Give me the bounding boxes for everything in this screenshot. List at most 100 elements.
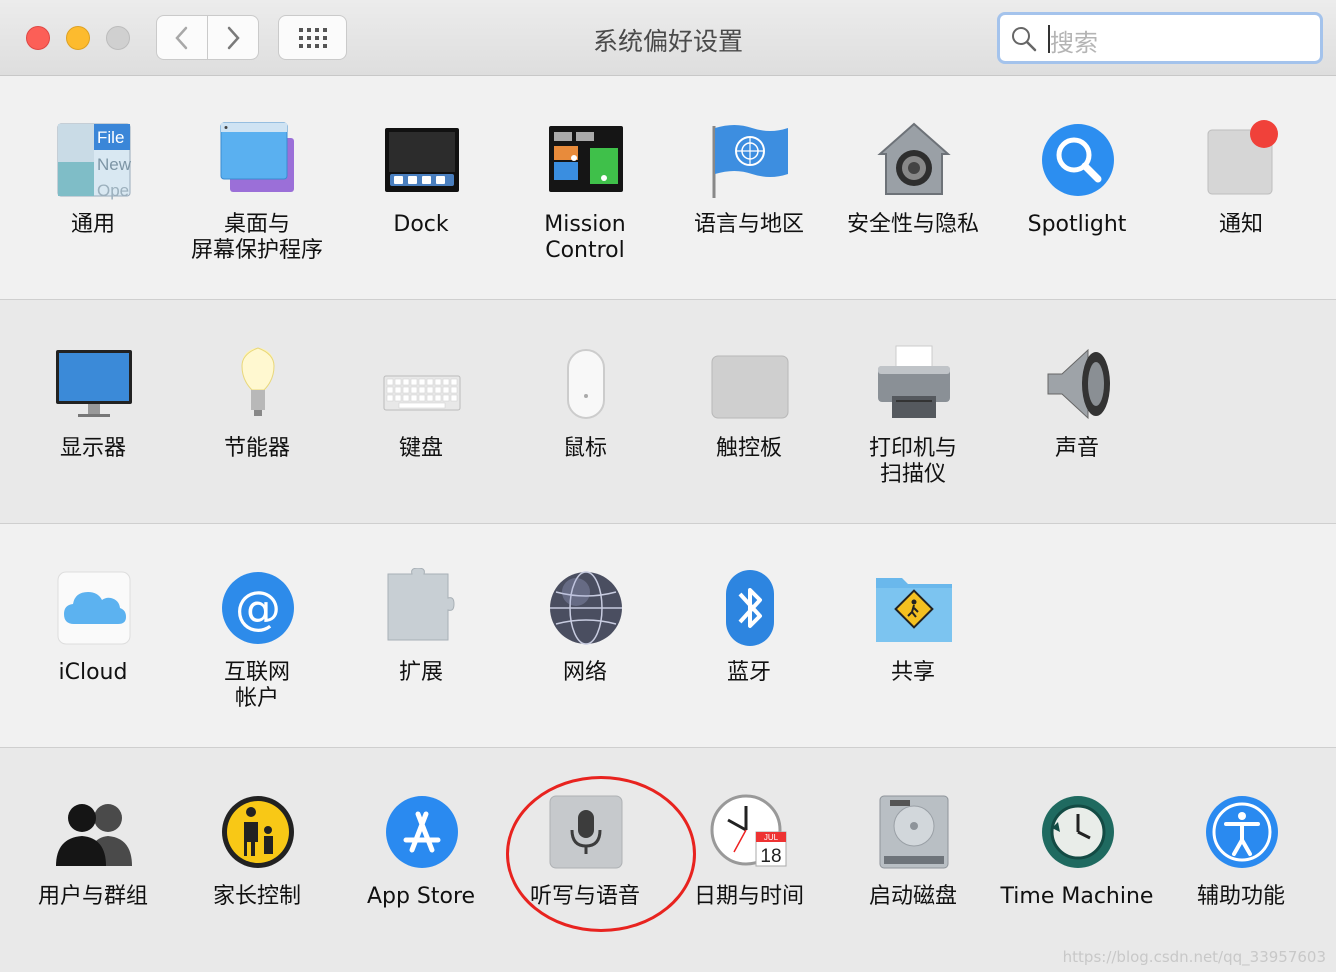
pref-keyboard[interactable]: 键盘 [339, 300, 503, 500]
pref-mission-control[interactable]: Mission Control [503, 76, 667, 276]
un-flag-icon [712, 125, 788, 198]
pref-startup-disk[interactable]: 启动磁盘 [831, 748, 995, 948]
dock-icon [385, 128, 459, 192]
general-icon-open-text: Ope [97, 181, 129, 200]
pref-spotlight[interactable]: Spotlight [995, 76, 1159, 276]
app-store-icon [386, 796, 458, 868]
search-placeholder: 搜索 [1050, 29, 1098, 57]
pref-dock[interactable]: Dock [339, 76, 503, 276]
spotlight-icon [1042, 124, 1114, 196]
pref-label: 语言与地区 [693, 212, 804, 237]
pref-printers-scanners[interactable]: 打印机与 扫描仪 [831, 300, 995, 500]
general-icon: File New Ope [57, 123, 132, 200]
pref-accessibility[interactable]: 辅助功能 [1159, 748, 1323, 948]
pref-icloud[interactable]: iCloud [11, 524, 175, 724]
notifications-icon [1207, 120, 1278, 195]
pref-sharing[interactable]: 共享 [831, 524, 995, 724]
printer-icon [878, 345, 950, 418]
desktop-screensaver-icon [220, 122, 294, 192]
time-machine-icon [1042, 796, 1114, 868]
search-icon [1012, 27, 1037, 52]
mouse-icon [567, 349, 605, 419]
mission-control-icon [549, 126, 623, 192]
pref-label: 键盘 [398, 436, 443, 461]
pref-label: 桌面与 屏幕保护程序 [190, 212, 323, 263]
pref-label: Spotlight [1027, 212, 1127, 237]
clock-calendar-icon: JUL 18 [710, 794, 787, 867]
window-titlebar: 系统偏好设置 搜索 [0, 0, 1336, 76]
preferences-row-4: 用户与群组 家长控制 App Store 听写与语音 JUL 18 日期与时间 … [0, 748, 1336, 972]
window-title: 系统偏好设置 [592, 27, 743, 56]
pref-users-groups[interactable]: 用户与群组 [11, 748, 175, 948]
pref-notifications[interactable]: 通知 [1159, 76, 1323, 276]
pref-label: 触控板 [715, 436, 782, 461]
pref-label: App Store [366, 884, 476, 909]
house-lock-icon [877, 122, 951, 195]
pref-label: 日期与时间 [693, 884, 804, 909]
pref-parental-controls[interactable]: 家长控制 [175, 748, 339, 948]
pref-sound[interactable]: 声音 [995, 300, 1159, 500]
chevron-right-icon [227, 26, 240, 49]
pref-label: 通知 [1218, 212, 1263, 237]
pref-label: 网络 [562, 660, 607, 685]
chevron-left-icon [175, 26, 188, 49]
pref-label: 辅助功能 [1196, 884, 1285, 909]
pref-label: 显示器 [59, 436, 126, 461]
pref-energy-saver[interactable]: 节能器 [175, 300, 339, 500]
at-sign-icon: @ [222, 572, 294, 644]
keyboard-icon [383, 375, 461, 411]
pref-label: 启动磁盘 [868, 884, 957, 909]
general-icon-file-text: File [97, 128, 124, 147]
preferences-row-3: iCloud @ 互联网 帐户 扩展 网络 蓝牙 共享 [0, 524, 1336, 748]
zoom-window-button[interactable] [106, 26, 130, 50]
trackpad-icon [711, 355, 789, 419]
pref-security-privacy[interactable]: 安全性与隐私 [831, 76, 995, 276]
pref-label: 听写与语音 [529, 884, 640, 909]
pref-label: 共享 [890, 660, 935, 685]
sharing-folder-icon [876, 578, 952, 642]
show-all-button[interactable] [278, 15, 347, 60]
pref-label: 声音 [1054, 436, 1099, 461]
pref-extensions[interactable]: 扩展 [339, 524, 503, 724]
preferences-row-2: 显示器 节能器 键盘 鼠标 触控板 打印机与 扫描仪 声音 [0, 300, 1336, 524]
pref-label: Dock [393, 212, 449, 237]
minimize-window-button[interactable] [66, 26, 90, 50]
grid-icon [298, 27, 327, 48]
search-field[interactable]: 搜索 [997, 12, 1323, 64]
pref-label: 通用 [70, 212, 115, 237]
pref-label: 安全性与隐私 [846, 212, 979, 237]
pref-general[interactable]: File New Ope 通用 [11, 76, 175, 276]
svg-text:@: @ [235, 581, 281, 635]
pref-network[interactable]: 网络 [503, 524, 667, 724]
pref-language-region[interactable]: 语言与地区 [667, 76, 831, 276]
pref-dictation-speech[interactable]: 听写与语音 [503, 748, 667, 948]
close-window-button[interactable] [26, 26, 50, 50]
users-icon [56, 804, 132, 866]
hard-drive-icon [879, 795, 949, 869]
pref-displays[interactable]: 显示器 [11, 300, 175, 500]
pref-app-store[interactable]: App Store [339, 748, 503, 948]
puzzle-piece-icon [387, 568, 455, 641]
pref-internet-accounts[interactable]: @ 互联网 帐户 [175, 524, 339, 724]
pref-time-machine[interactable]: Time Machine [995, 748, 1159, 948]
preferences-row-1: File New Ope 通用 桌面与 屏幕保护程序 Dock Mission … [0, 76, 1336, 300]
pref-date-time[interactable]: JUL 18 日期与时间 [667, 748, 831, 948]
general-icon-new-text: New [97, 155, 132, 174]
back-button[interactable] [156, 15, 208, 60]
bluetooth-icon [726, 570, 774, 646]
pref-mouse[interactable]: 鼠标 [503, 300, 667, 500]
pref-label: 扩展 [398, 660, 443, 685]
calendar-month-text: JUL [764, 833, 779, 842]
watermark: https://blog.csdn.net/qq_33957603 [1062, 948, 1326, 966]
pref-label: 互联网 帐户 [223, 660, 290, 711]
pref-label: Mission Control [544, 212, 626, 263]
globe-icon [550, 571, 622, 645]
speaker-icon [1047, 348, 1110, 420]
parental-controls-icon [222, 796, 294, 868]
pref-trackpad[interactable]: 触控板 [667, 300, 831, 500]
pref-label: Time Machine [1000, 884, 1154, 909]
pref-bluetooth[interactable]: 蓝牙 [667, 524, 831, 724]
forward-button[interactable] [207, 15, 259, 60]
pref-desktop-screensaver[interactable]: 桌面与 屏幕保护程序 [175, 76, 339, 276]
accessibility-icon [1206, 796, 1278, 868]
